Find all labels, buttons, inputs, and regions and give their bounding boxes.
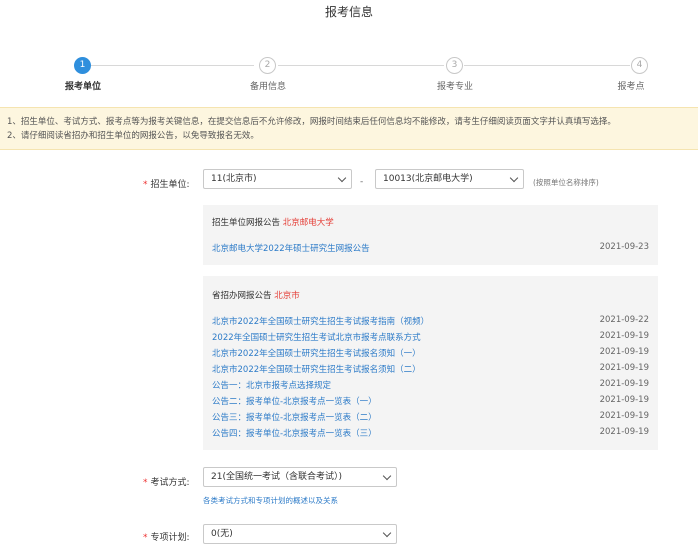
special-plan-label-text: 专项计划: xyxy=(150,533,190,543)
step-3-indicator: 3 xyxy=(446,57,463,74)
required-mark: * xyxy=(143,478,148,488)
panel-title-prefix: 招生单位网报公告 xyxy=(212,218,281,228)
announcement-date: 2021-09-19 xyxy=(599,331,649,341)
required-mark: * xyxy=(143,180,148,190)
announcement-link[interactable]: 公告一：北京市报考点选择规定 xyxy=(212,379,331,391)
step-progress: 1 2 3 4 报考单位 备用信息 报考专业 报考点 xyxy=(0,57,698,92)
page-title: 报考信息 xyxy=(324,5,373,19)
notice-line-2: 2、请仔细阅读省招办和招生单位的网报公告，以免导致报名无效。 xyxy=(7,131,259,141)
chevron-down-icon xyxy=(509,173,519,183)
step-connector xyxy=(91,65,254,66)
list-item: 2022年全国硕士研究生招生考试北京市报考点联系方式 2021-09-19 xyxy=(212,331,649,343)
step-1-label: 报考单位 xyxy=(64,82,102,92)
announcement-date: 2021-09-19 xyxy=(599,411,649,421)
exam-mode-label-text: 考试方式: xyxy=(150,478,190,488)
list-item: 北京邮电大学2022年硕士研究生网报公告 2021-09-23 xyxy=(212,242,649,254)
chevron-down-icon xyxy=(382,471,392,481)
province-select[interactable]: 11(北京市) xyxy=(203,169,352,189)
step-connector xyxy=(278,65,444,66)
announcement-link[interactable]: 北京市2022年全国硕士研究生招生考试报考指南（视频） xyxy=(212,315,429,327)
announcement-date: 2021-09-19 xyxy=(599,363,649,373)
announcement-date: 2021-09-19 xyxy=(599,379,649,389)
special-plan-select[interactable]: 0(无) xyxy=(203,524,397,544)
unit-label-text: 招生单位: xyxy=(150,180,190,190)
step-connector xyxy=(464,65,630,66)
announcement-date: 2021-09-19 xyxy=(599,395,649,405)
announcement-date: 2021-09-23 xyxy=(599,242,649,252)
announcement-date: 2021-09-19 xyxy=(599,427,649,437)
exam-mode-select-value: 21(全国统一考试（含联合考试）) xyxy=(211,472,342,482)
chevron-down-icon xyxy=(337,173,347,183)
step-2-indicator: 2 xyxy=(259,57,276,74)
step-4-indicator: 4 xyxy=(631,57,648,74)
announcement-link[interactable]: 北京市2022年全国硕士研究生招生考试报名须知（一） xyxy=(212,347,421,359)
province-announcement-panel: 省招办网报公告 北京市 北京市2022年全国硕士研究生招生考试报考指南（视频） … xyxy=(203,276,658,450)
school-select[interactable]: 10013(北京邮电大学) xyxy=(375,169,524,189)
announcement-link[interactable]: 北京邮电大学2022年硕士研究生网报公告 xyxy=(212,242,370,254)
announcement-link[interactable]: 2022年全国硕士研究生招生考试北京市报考点联系方式 xyxy=(212,331,421,343)
exam-mode-label: * 考试方式: xyxy=(143,475,190,488)
panel-title-prefix: 省招办网报公告 xyxy=(212,291,272,301)
announcement-date: 2021-09-22 xyxy=(599,315,649,325)
unit-separator: - xyxy=(360,177,364,187)
notice-banner: 1、招生单位、考试方式、报考点等为报考关键信息，在提交信息后不允许修改，网报时间… xyxy=(0,107,698,150)
announcement-link[interactable]: 北京市2022年全国硕士研究生招生考试报名须知（二） xyxy=(212,363,421,375)
unit-label: * 招生单位: xyxy=(143,177,190,190)
panel-title-name: 北京市 xyxy=(274,291,300,301)
announcement-link[interactable]: 公告二：报考单位-北京报考点一览表（一） xyxy=(212,395,377,407)
list-item: 公告二：报考单位-北京报考点一览表（一） 2021-09-19 xyxy=(212,395,649,407)
announcement-link[interactable]: 公告四：报考单位-北京报考点一览表（三） xyxy=(212,427,377,439)
notice-line-1: 1、招生单位、考试方式、报考点等为报考关键信息，在提交信息后不允许修改，网报时间… xyxy=(7,117,616,127)
list-item: 公告三：报考单位-北京报考点一览表（二） 2021-09-19 xyxy=(212,411,649,423)
step-4-label: 报考点 xyxy=(617,82,645,92)
school-announcement-title: 招生单位网报公告 北京邮电大学 xyxy=(212,216,334,228)
announcement-date: 2021-09-19 xyxy=(599,347,649,357)
province-select-value: 11(北京市) xyxy=(211,174,257,184)
school-select-value: 10013(北京邮电大学) xyxy=(383,174,473,184)
list-item: 公告一：北京市报考点选择规定 2021-09-19 xyxy=(212,379,649,391)
list-item: 北京市2022年全国硕士研究生招生考试报名须知（一） 2021-09-19 xyxy=(212,347,649,359)
step-2-label: 备用信息 xyxy=(249,82,287,92)
special-plan-label: * 专项计划: xyxy=(143,530,190,543)
list-item: 北京市2022年全国硕士研究生招生考试报考指南（视频） 2021-09-22 xyxy=(212,315,649,327)
exam-mode-select[interactable]: 21(全国统一考试（含联合考试）) xyxy=(203,467,397,487)
list-item: 公告四：报考单位-北京报考点一览表（三） 2021-09-19 xyxy=(212,427,649,439)
chevron-down-icon xyxy=(382,528,392,538)
step-3-label: 报考专业 xyxy=(436,82,474,92)
sort-hint: (按照单位名称排序) xyxy=(533,178,599,187)
special-plan-select-value: 0(无) xyxy=(211,529,233,539)
required-mark: * xyxy=(143,533,148,543)
school-announcement-panel: 招生单位网报公告 北京邮电大学 北京邮电大学2022年硕士研究生网报公告 202… xyxy=(203,205,658,265)
list-item: 北京市2022年全国硕士研究生招生考试报名须知（二） 2021-09-19 xyxy=(212,363,649,375)
step-1-indicator: 1 xyxy=(74,57,91,74)
announcement-link[interactable]: 公告三：报考单位-北京报考点一览表（二） xyxy=(212,411,377,423)
province-announcement-title: 省招办网报公告 北京市 xyxy=(212,289,300,301)
exam-mode-overview-link[interactable]: 各类考试方式和专项计划的概述以及关系 xyxy=(203,495,338,506)
panel-title-name: 北京邮电大学 xyxy=(282,218,334,228)
